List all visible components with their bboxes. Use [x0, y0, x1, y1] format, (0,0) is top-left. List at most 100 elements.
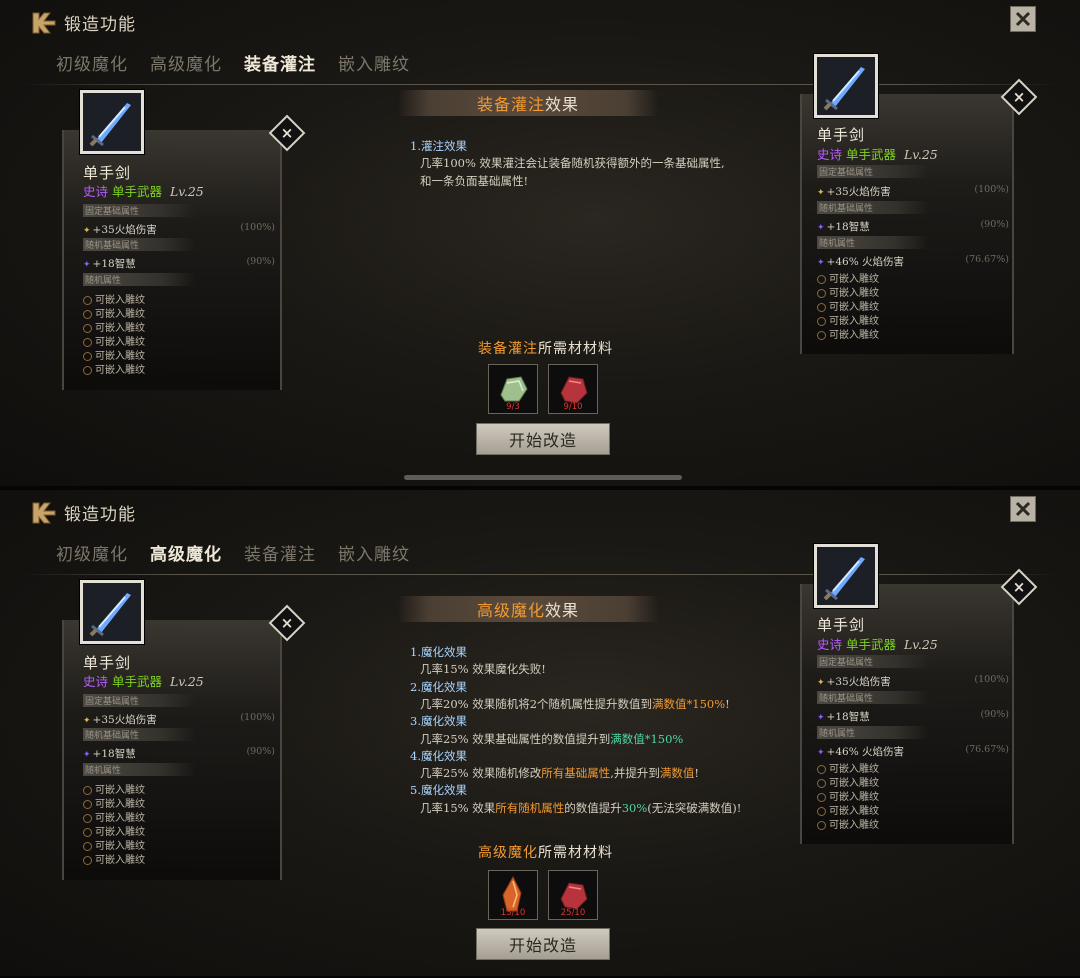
- rune-socket[interactable]: 可嵌入雕纹: [83, 809, 145, 824]
- rune-socket[interactable]: 可嵌入雕纹: [817, 802, 879, 817]
- rune-socket[interactable]: 可嵌入雕纹: [83, 319, 145, 334]
- rune-socket[interactable]: 可嵌入雕纹: [817, 312, 879, 327]
- rune-socket[interactable]: 可嵌入雕纹: [817, 270, 879, 285]
- forge-logo-icon: [32, 12, 56, 34]
- tab-advanced-enchant[interactable]: 高级魔化: [150, 540, 222, 565]
- close-button[interactable]: [1010, 6, 1036, 32]
- source-item-card[interactable]: × 单手剑 史诗 单手武器 Lv.25 固定基础属性 ✦ +35火焰伤害 (100…: [62, 90, 306, 390]
- item-level: Lv.25: [170, 674, 204, 689]
- item-type: 单手武器: [846, 637, 897, 652]
- item-name: 单手剑: [817, 126, 866, 144]
- tab-bar: 初级魔化 高级魔化 装备灌注 嵌入雕纹: [56, 50, 410, 75]
- item-type: 单手武器: [112, 674, 163, 689]
- random-stat-text: +18智慧: [92, 748, 136, 760]
- fixed-stat-text: +35火焰伤害: [826, 186, 891, 198]
- tab-basic-enchant[interactable]: 初级魔化: [56, 540, 128, 565]
- title-bar: 锻造功能: [30, 8, 136, 36]
- item-rarity: 史诗: [817, 637, 843, 652]
- fixed-stat: ✦ +35火焰伤害 (100%): [817, 184, 1009, 199]
- rune-socket[interactable]: 可嵌入雕纹: [83, 781, 145, 796]
- fixed-stat-text: +35火焰伤害: [826, 676, 891, 688]
- sword-icon: [83, 93, 141, 151]
- tab-equipment-infusion[interactable]: 装备灌注: [244, 50, 316, 75]
- tab-bar: 初级魔化 高级魔化 装备灌注 嵌入雕纹: [56, 540, 410, 565]
- start-modify-button[interactable]: 开始改造: [476, 928, 610, 960]
- effect-heading: 装备灌注 效果: [398, 90, 658, 116]
- item-type: 单手武器: [112, 184, 163, 199]
- rune-socket[interactable]: 可嵌入雕纹: [817, 760, 879, 775]
- item-level: Lv.25: [904, 637, 938, 652]
- tab-basic-enchant[interactable]: 初级魔化: [56, 50, 128, 75]
- materials-title-rest: 所需材材料: [538, 341, 613, 357]
- effect-desc: 几率20% 效果随机将2个随机属性提升数值到满数值*150%!: [420, 696, 730, 711]
- rune-socket[interactable]: 可嵌入雕纹: [83, 851, 145, 866]
- app-title: 锻造功能: [64, 14, 136, 35]
- random-attr-section: 随机属性: [817, 726, 929, 739]
- rune-socket[interactable]: 可嵌入雕纹: [83, 361, 145, 376]
- stat-star-icon: ✦: [83, 226, 91, 236]
- rune-socket[interactable]: 可嵌入雕纹: [83, 305, 145, 320]
- item-rarity: 史诗: [83, 184, 109, 199]
- random-stat-pct: (90%): [980, 219, 1009, 230]
- start-modify-button[interactable]: 开始改造: [476, 423, 610, 455]
- fixed-stat-pct: (100%): [240, 712, 275, 723]
- item-name: 单手剑: [817, 616, 866, 634]
- tab-embed-rune[interactable]: 嵌入雕纹: [338, 50, 410, 75]
- material-slot[interactable]: 13/10: [488, 870, 538, 920]
- source-item-slot[interactable]: [80, 580, 144, 644]
- stat-star-icon: ✦: [83, 716, 91, 726]
- item-level: Lv.25: [904, 147, 938, 162]
- result-item-card[interactable]: × 单手剑 史诗 单手武器 Lv.25 固定基础属性 ✦ +35火焰伤害 (100…: [800, 544, 1038, 844]
- material-slot[interactable]: 9/3: [488, 364, 538, 414]
- effect-head: 3.魔化效果: [410, 714, 467, 729]
- close-icon: ×: [280, 124, 294, 142]
- item-level: Lv.25: [170, 184, 204, 199]
- stat-star-icon: ✦: [817, 258, 825, 268]
- effect-heading: 高级魔化 效果: [398, 596, 658, 622]
- rune-socket[interactable]: 可嵌入雕纹: [83, 291, 145, 306]
- item-rarity: 史诗: [83, 674, 109, 689]
- close-icon: [1015, 11, 1031, 27]
- sword-icon: [817, 547, 875, 605]
- fixed-stat-pct: (100%): [974, 184, 1009, 195]
- home-indicator[interactable]: [404, 475, 682, 480]
- random-base-section: 随机基础属性: [83, 238, 195, 251]
- source-item-card[interactable]: × 单手剑 史诗 单手武器 Lv.25 固定基础属性 ✦ +35火焰伤害 (100…: [62, 580, 306, 880]
- tab-equipment-infusion[interactable]: 装备灌注: [244, 540, 316, 565]
- effect-head: 2.魔化效果: [410, 679, 467, 694]
- materials-title: 装备灌注所需材材料: [478, 338, 613, 358]
- material-slot[interactable]: 25/10: [548, 870, 598, 920]
- result-item-slot[interactable]: [814, 544, 878, 608]
- stat-star-icon: ✦: [817, 188, 825, 198]
- close-button[interactable]: [1010, 496, 1036, 522]
- fixed-stat-pct: (100%): [240, 222, 275, 233]
- rune-socket[interactable]: 可嵌入雕纹: [817, 326, 879, 341]
- effect-desc: 几率25% 效果基础属性的数值提升到满数值*150%: [420, 731, 684, 746]
- random-stat-text: +18智慧: [826, 711, 870, 723]
- stat-star-icon: ✦: [817, 748, 825, 758]
- random-base-section: 随机基础属性: [817, 201, 929, 214]
- fixed-attr-section: 固定基础属性: [83, 694, 195, 707]
- random-stat: ✦ +18智慧 (90%): [83, 256, 275, 271]
- rune-socket[interactable]: 可嵌入雕纹: [83, 795, 145, 810]
- rune-socket[interactable]: 可嵌入雕纹: [83, 333, 145, 348]
- rune-socket[interactable]: 可嵌入雕纹: [817, 774, 879, 789]
- tab-embed-rune[interactable]: 嵌入雕纹: [338, 540, 410, 565]
- random-stat-pct: (90%): [246, 256, 275, 267]
- rune-socket[interactable]: 可嵌入雕纹: [817, 298, 879, 313]
- rune-socket[interactable]: 可嵌入雕纹: [817, 284, 879, 299]
- extra-stat-text: +46% 火焰伤害: [826, 746, 905, 758]
- material-slot[interactable]: 9/10: [548, 364, 598, 414]
- rune-socket[interactable]: 可嵌入雕纹: [817, 788, 879, 803]
- tab-advanced-enchant[interactable]: 高级魔化: [150, 50, 222, 75]
- rune-socket[interactable]: 可嵌入雕纹: [83, 837, 145, 852]
- effect-desc: 几率15% 效果所有随机属性的数值提升30%(无法突破满数值)!: [420, 800, 742, 815]
- stat-star-icon: ✦: [817, 713, 825, 723]
- source-item-slot[interactable]: [80, 90, 144, 154]
- result-item-card[interactable]: × 单手剑 史诗 单手武器 Lv.25 固定基础属性 ✦ +35火焰伤害 (100…: [800, 54, 1038, 354]
- rune-socket[interactable]: 可嵌入雕纹: [83, 823, 145, 838]
- material-count: 9/10: [563, 402, 583, 412]
- rune-socket[interactable]: 可嵌入雕纹: [817, 816, 879, 831]
- result-item-slot[interactable]: [814, 54, 878, 118]
- rune-socket[interactable]: 可嵌入雕纹: [83, 347, 145, 362]
